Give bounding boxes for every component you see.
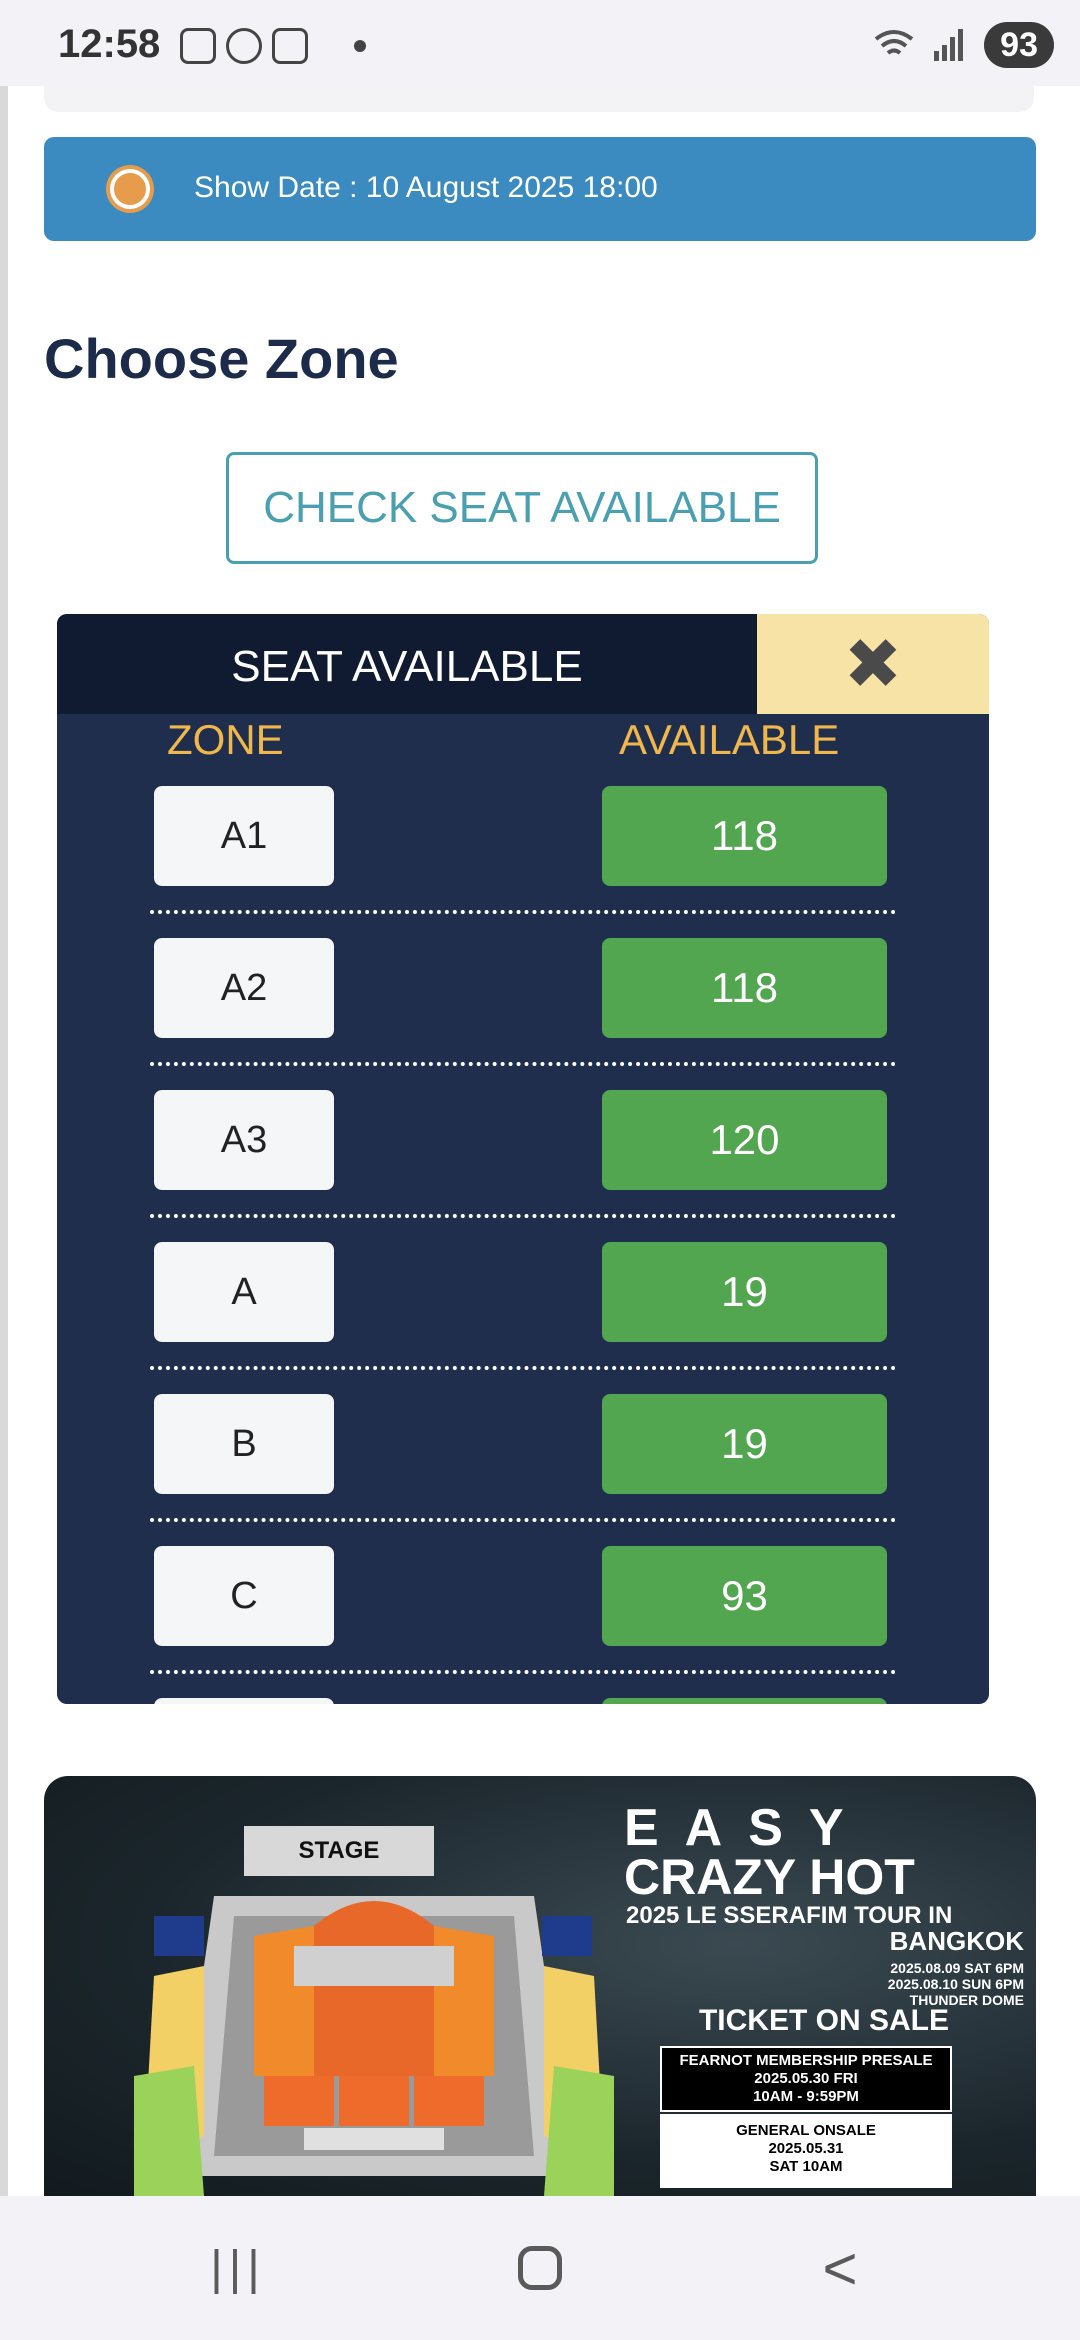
zone-label: A — [154, 1242, 334, 1342]
zone-row: A 19 — [57, 1242, 989, 1394]
zone-row: B 19 — [57, 1394, 989, 1546]
show-date-label: Show Date : 10 August 2025 18:00 — [194, 171, 658, 204]
system-nav-bar: ||| < — [0, 2196, 1080, 2340]
onsale-line-1: GENERAL ONSALE — [736, 2122, 876, 2139]
row-divider — [150, 1670, 896, 1674]
modal-title: SEAT AVAILABLE — [231, 642, 583, 691]
onsale-line-3: SAT 10AM — [769, 2158, 843, 2175]
available-count-partial — [602, 1698, 887, 1704]
close-icon[interactable]: ✖ — [844, 629, 903, 699]
available-count: 19 — [602, 1242, 887, 1342]
notification-icons — [180, 28, 366, 64]
presale-line-3: 10AM - 9:59PM — [753, 2088, 859, 2105]
presale-line-1: FEARNOT MEMBERSHIP PRESALE — [679, 2052, 933, 2069]
general-onsale-info: GENERAL ONSALE 2025.05.31 SAT 10AM — [660, 2114, 952, 2188]
available-count: 19 — [602, 1394, 887, 1494]
available-count: 118 — [602, 938, 887, 1038]
row-divider — [150, 1214, 896, 1218]
poster-title-crazy-hot: CRAZY HOT — [624, 1849, 915, 1905]
row-divider — [150, 910, 896, 914]
status-bar: 12:58 93 — [0, 0, 1080, 86]
zone-label: A2 — [154, 938, 334, 1038]
wifi-icon — [874, 30, 914, 55]
onsale-line-2: 2025.05.31 — [768, 2140, 844, 2157]
previous-card — [44, 86, 1034, 112]
stage-label: STAGE — [244, 1826, 434, 1876]
check-seat-available-button[interactable]: CHECK SEAT AVAILABLE — [226, 452, 818, 564]
ticket-on-sale-label: TICKET ON SALE — [698, 2004, 949, 2037]
screenshot-icon — [180, 28, 216, 64]
poster-date-2: 2025.08.10 SUN 6PM — [887, 1976, 1024, 1992]
available-count: 120 — [602, 1090, 887, 1190]
available-count: 93 — [602, 1546, 887, 1646]
close-button[interactable]: ✖ — [757, 614, 989, 714]
modal-header: SEAT AVAILABLE — [57, 614, 757, 714]
zone-row: A2 118 — [57, 938, 989, 1090]
app-notification-icon — [226, 28, 262, 64]
zone-label-partial — [154, 1698, 334, 1704]
zone-label: C — [154, 1546, 334, 1646]
concert-poster: STAGE EASY CRAZY HOT 2025 LE SSERAFIM TO… — [44, 1776, 1036, 2196]
zone-row: A1 118 — [57, 786, 989, 938]
radio-selected-icon[interactable] — [110, 169, 150, 209]
row-divider — [150, 1062, 896, 1066]
back-icon[interactable]: < — [800, 2235, 880, 2302]
thai-app-icon — [272, 28, 308, 64]
choose-zone-heading: Choose Zone — [44, 327, 399, 390]
page-edge — [0, 86, 8, 2196]
recent-apps-icon[interactable]: ||| — [198, 2236, 278, 2300]
available-count: 118 — [602, 786, 887, 886]
poster-date-1: 2025.08.09 SAT 6PM — [890, 1960, 1024, 1976]
home-button[interactable] — [500, 2236, 580, 2300]
battery-indicator: 93 — [984, 22, 1054, 68]
zone-column-header: ZONE — [167, 716, 284, 763]
zone-row: A3 120 — [57, 1090, 989, 1242]
seat-available-modal: SEAT AVAILABLE ✖ ZONE AVAILABLE A1 118 A… — [57, 614, 989, 1704]
zone-label: A3 — [154, 1090, 334, 1190]
more-notifications-icon — [354, 40, 366, 52]
show-date-option[interactable]: Show Date : 10 August 2025 18:00 — [44, 137, 1036, 241]
presale-info: FEARNOT MEMBERSHIP PRESALE 2025.05.30 FR… — [660, 2046, 952, 2112]
signal-icon — [934, 29, 964, 61]
zone-row-partial — [57, 1698, 989, 1704]
status-time: 12:58 — [58, 22, 161, 66]
poster-dates: 2025.08.09 SAT 6PM 2025.08.10 SUN 6PM TH… — [624, 1960, 1024, 2008]
row-divider — [150, 1366, 896, 1370]
available-column-header: AVAILABLE — [619, 716, 840, 763]
status-right: 93 — [872, 22, 1054, 68]
home-icon[interactable] — [518, 2246, 562, 2290]
zone-row: C 93 — [57, 1546, 989, 1698]
row-divider — [150, 1518, 896, 1522]
zone-list[interactable]: A1 118 A2 118 A3 120 A 19 B 19 C 93 — [57, 786, 989, 1698]
zone-label: B — [154, 1394, 334, 1494]
presale-line-2: 2025.05.30 FRI — [754, 2070, 858, 2087]
poster-city: BANGKOK — [889, 1926, 1024, 1956]
zone-label: A1 — [154, 786, 334, 886]
